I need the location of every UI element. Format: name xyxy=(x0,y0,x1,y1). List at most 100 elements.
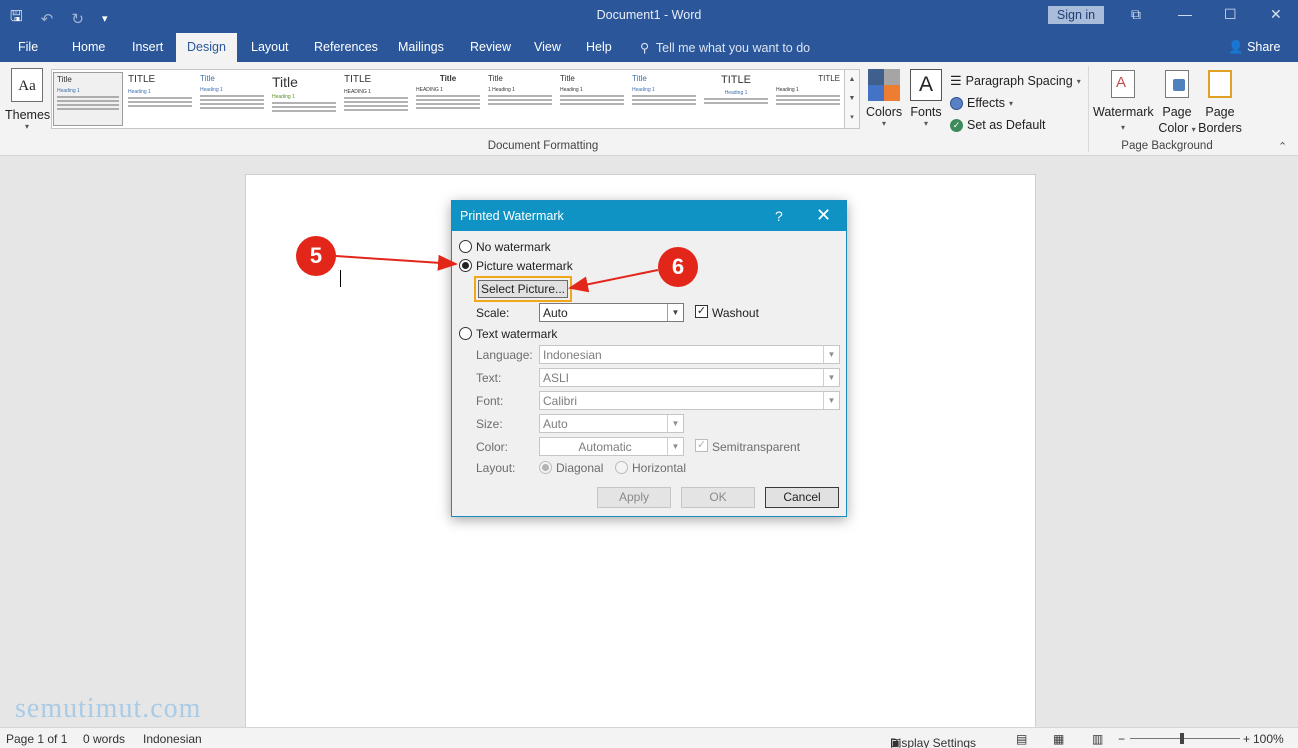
semitransparent-checkbox[interactable]: ✓ xyxy=(695,439,708,452)
washout-checkbox[interactable]: ✓ xyxy=(695,305,708,318)
style-set-item[interactable]: TITLE HEADING 1 xyxy=(341,72,411,126)
color-swatch xyxy=(884,69,900,85)
chevron-down-icon[interactable]: ▼ xyxy=(823,369,839,386)
minimize-icon[interactable]: — xyxy=(1178,6,1192,22)
language-select[interactable]: Indonesian ▼ xyxy=(539,345,840,364)
zoom-out-icon[interactable]: − xyxy=(1118,732,1125,746)
print-layout-icon[interactable]: ▦ xyxy=(1053,732,1064,746)
diagonal-radio[interactable] xyxy=(539,461,552,474)
gallery-more-icon[interactable]: ▾ xyxy=(845,108,859,127)
chevron-down-icon: ▾ xyxy=(881,119,886,128)
tab-references[interactable]: References xyxy=(314,40,378,54)
title-bar: 🖫 ↶ ↻ ▾ Document1 - Word Sign in ⧉ — ☐ ✕ xyxy=(0,0,1298,32)
style-set-item[interactable]: Title Heading 1 xyxy=(269,72,339,126)
text-watermark-label: Text watermark xyxy=(476,327,558,341)
no-watermark-radio[interactable] xyxy=(459,240,472,253)
size-select[interactable]: Auto ▼ xyxy=(539,414,684,433)
set-as-default-button[interactable]: ✓ Set as Default xyxy=(950,114,1081,136)
zoom-level[interactable]: 100% xyxy=(1253,732,1284,746)
style-set-item[interactable]: TITLE Heading 1 xyxy=(773,72,843,126)
chevron-up-icon[interactable]: ▲ xyxy=(845,70,859,89)
chevron-down-icon: ▾ xyxy=(24,122,29,131)
style-set-item[interactable]: TITLE Heading 1 xyxy=(701,72,771,126)
color-swatch xyxy=(884,85,900,101)
tab-review[interactable]: Review xyxy=(470,40,511,54)
watermark-button[interactable]: A Watermark ▾ xyxy=(1093,70,1154,136)
group-label-page-background: Page Background xyxy=(1121,140,1213,152)
web-layout-icon[interactable]: ▥ xyxy=(1092,732,1103,746)
colors-icon xyxy=(868,69,900,101)
cancel-button[interactable]: Cancel xyxy=(765,487,839,508)
chevron-down-icon: ▾ xyxy=(1120,123,1125,132)
tab-view[interactable]: View xyxy=(534,40,561,54)
tab-mailings[interactable]: Mailings xyxy=(398,40,444,54)
horizontal-radio[interactable] xyxy=(615,461,628,474)
zoom-in-icon[interactable]: + xyxy=(1243,732,1250,746)
scale-label: Scale: xyxy=(476,306,510,320)
chevron-down-icon[interactable]: ▼ xyxy=(667,415,683,432)
color-swatch xyxy=(868,85,884,101)
share-button[interactable]: 👤 Share xyxy=(1228,40,1280,55)
tab-help[interactable]: Help xyxy=(586,40,612,54)
tell-me-search[interactable]: ⚲ Tell me what you want to do xyxy=(640,40,810,55)
tab-file[interactable]: File xyxy=(18,40,38,54)
page-borders-icon xyxy=(1208,70,1232,98)
chevron-down-icon[interactable]: ▼ xyxy=(845,89,859,108)
language-status[interactable]: Indonesian xyxy=(143,732,202,746)
effects-button[interactable]: Effects ▾ xyxy=(950,92,1081,114)
sign-in-button[interactable]: Sign in xyxy=(1048,6,1104,24)
zoom-slider[interactable] xyxy=(1130,738,1240,739)
color-select[interactable]: Automatic ▼ xyxy=(539,437,684,456)
page-color-button[interactable]: Page Color ▾ xyxy=(1155,70,1199,138)
ribbon-display-options-icon[interactable]: ⧉ xyxy=(1131,6,1141,23)
tab-design[interactable]: Design xyxy=(176,33,237,62)
tab-insert[interactable]: Insert xyxy=(132,40,163,54)
text-watermark-radio[interactable] xyxy=(459,327,472,340)
zoom-slider-thumb[interactable] xyxy=(1180,733,1184,744)
style-set-item[interactable]: Title Heading 1 xyxy=(197,72,267,126)
language-label: Language: xyxy=(476,348,533,362)
select-picture-highlight: Select Picture... xyxy=(474,276,572,302)
style-set-item[interactable]: Title Heading 1 xyxy=(53,72,123,126)
colors-button[interactable]: Colors ▾ xyxy=(866,69,902,128)
tab-layout[interactable]: Layout xyxy=(251,40,289,54)
scale-select[interactable]: Auto ▼ xyxy=(539,303,684,322)
style-set-item[interactable]: Title Heading 1 xyxy=(557,72,627,126)
page-borders-button[interactable]: Page Borders xyxy=(1198,70,1242,136)
chevron-down-icon: ▾ xyxy=(1191,125,1196,134)
status-bar: Page 1 of 1 0 words Indonesian ▣ Display… xyxy=(0,727,1298,748)
watermark-icon: A xyxy=(1111,70,1135,98)
collapse-ribbon-icon[interactable]: ⌃ xyxy=(1278,140,1287,153)
text-select[interactable]: ASLI ▼ xyxy=(539,368,840,387)
word-count[interactable]: 0 words xyxy=(83,732,125,746)
close-icon[interactable]: ✕ xyxy=(816,205,831,226)
ok-button[interactable]: OK xyxy=(681,487,755,508)
help-icon[interactable]: ? xyxy=(775,208,783,224)
tab-home[interactable]: Home xyxy=(72,40,105,54)
select-picture-button[interactable]: Select Picture... xyxy=(478,280,568,298)
diagonal-label: Diagonal xyxy=(556,461,604,475)
chevron-down-icon[interactable]: ▼ xyxy=(667,304,683,321)
themes-button[interactable]: Aa Themes ▾ xyxy=(5,68,50,131)
paragraph-spacing-button[interactable]: ☰ Paragraph Spacing ▾ xyxy=(950,70,1081,92)
picture-watermark-radio[interactable] xyxy=(459,259,472,272)
chevron-down-icon[interactable]: ▼ xyxy=(823,346,839,363)
style-set-item[interactable]: TITLE Heading 1 xyxy=(125,72,195,126)
person-icon: 👤 xyxy=(1228,40,1244,54)
chevron-down-icon[interactable]: ▼ xyxy=(823,392,839,409)
page-count[interactable]: Page 1 of 1 xyxy=(6,732,67,746)
style-set-item[interactable]: Title Heading 1 xyxy=(629,72,699,126)
chevron-down-icon[interactable]: ▼ xyxy=(667,438,683,455)
lightbulb-icon: ⚲ xyxy=(640,41,650,55)
style-set-item[interactable]: Title HEADING 1 xyxy=(413,72,483,126)
fonts-button[interactable]: A Fonts ▾ xyxy=(908,69,944,128)
apply-button[interactable]: Apply xyxy=(597,487,671,508)
focus-mode-icon[interactable]: ▤ xyxy=(1016,732,1027,746)
style-set-item[interactable]: Title 1 Heading 1 xyxy=(485,72,555,126)
close-icon[interactable]: ✕ xyxy=(1270,6,1282,23)
site-watermark: semutimut.com xyxy=(15,693,202,724)
gallery-scroll[interactable]: ▲ ▼ ▾ xyxy=(844,69,860,129)
font-select[interactable]: Calibri ▼ xyxy=(539,391,840,410)
picture-watermark-label: Picture watermark xyxy=(476,259,573,273)
maximize-icon[interactable]: ☐ xyxy=(1224,6,1237,23)
